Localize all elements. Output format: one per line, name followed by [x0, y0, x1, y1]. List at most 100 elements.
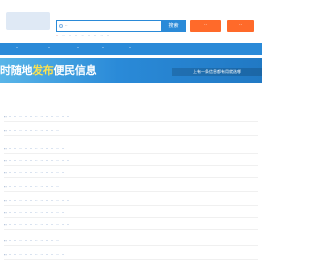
- city-link[interactable]: ··: [41, 129, 43, 133]
- city-link[interactable]: ··: [30, 159, 32, 163]
- city-link[interactable]: ··: [41, 159, 43, 163]
- city-link[interactable]: ··: [46, 199, 48, 203]
- hot-word-link[interactable]: ··: [75, 34, 77, 38]
- city-link[interactable]: ··: [14, 253, 16, 257]
- promo-banner[interactable]: 时随地发布便民信息 上有一条信息都有用就选哪: [0, 58, 262, 83]
- city-link[interactable]: ··: [56, 147, 58, 151]
- city-link[interactable]: ··: [25, 199, 27, 203]
- city-link[interactable]: ··: [51, 185, 53, 189]
- city-link[interactable]: ··: [30, 171, 32, 175]
- province-link[interactable]: ··: [4, 253, 7, 257]
- city-link[interactable]: ··: [51, 159, 53, 163]
- city-link[interactable]: ··: [51, 239, 53, 243]
- city-link[interactable]: ··: [62, 223, 64, 227]
- city-link[interactable]: ··: [56, 199, 58, 203]
- city-link[interactable]: ··: [62, 147, 64, 151]
- nav-item[interactable]: ··: [116, 43, 144, 55]
- city-link[interactable]: ··: [9, 171, 11, 175]
- hot-word-link[interactable]: ··: [107, 34, 109, 38]
- city-link[interactable]: ··: [9, 115, 11, 119]
- my-info-button[interactable]: ··: [227, 20, 254, 32]
- city-link[interactable]: ··: [62, 211, 64, 215]
- city-link[interactable]: ··: [30, 239, 32, 243]
- city-link[interactable]: ··: [25, 253, 27, 257]
- nav-item[interactable]: ··: [66, 43, 90, 55]
- city-link[interactable]: ··: [51, 129, 53, 133]
- city-link[interactable]: ··: [30, 223, 32, 227]
- city-link[interactable]: ··: [46, 211, 48, 215]
- city-link[interactable]: ··: [9, 253, 11, 257]
- city-link[interactable]: ··: [9, 147, 11, 151]
- city-link[interactable]: ··: [46, 223, 48, 227]
- city-link[interactable]: ··: [46, 253, 48, 257]
- city-link[interactable]: ··: [14, 129, 16, 133]
- city-link[interactable]: ··: [41, 171, 43, 175]
- city-link[interactable]: ··: [56, 171, 58, 175]
- city-link[interactable]: ··: [9, 223, 11, 227]
- city-link[interactable]: ··: [30, 199, 32, 203]
- hot-word-link[interactable]: ··: [69, 34, 71, 38]
- city-link[interactable]: ··: [35, 185, 37, 189]
- city-link[interactable]: ··: [30, 253, 32, 257]
- city-link[interactable]: ··: [62, 115, 64, 119]
- city-link[interactable]: ··: [56, 223, 58, 227]
- city-link[interactable]: ··: [19, 211, 21, 215]
- city-link[interactable]: ··: [25, 159, 27, 163]
- city-link[interactable]: ··: [9, 129, 11, 133]
- city-link[interactable]: ··: [67, 199, 69, 203]
- province-link[interactable]: ··: [4, 159, 7, 163]
- city-link[interactable]: ··: [25, 211, 27, 215]
- city-link[interactable]: ··: [35, 147, 37, 151]
- city-link[interactable]: ··: [46, 115, 48, 119]
- post-info-button[interactable]: ··: [190, 20, 221, 32]
- city-link[interactable]: ··: [51, 115, 53, 119]
- city-link[interactable]: ··: [25, 147, 27, 151]
- city-link[interactable]: ··: [14, 159, 16, 163]
- city-link[interactable]: ··: [19, 185, 21, 189]
- city-link[interactable]: ··: [41, 223, 43, 227]
- city-link[interactable]: ··: [41, 185, 43, 189]
- province-link[interactable]: ··: [4, 199, 7, 203]
- city-link[interactable]: ··: [14, 199, 16, 203]
- city-link[interactable]: ··: [62, 253, 64, 257]
- province-link[interactable]: ··: [4, 211, 7, 215]
- city-link[interactable]: ··: [19, 239, 21, 243]
- city-link[interactable]: ··: [51, 223, 53, 227]
- city-link[interactable]: ··: [56, 253, 58, 257]
- city-link[interactable]: ··: [62, 171, 64, 175]
- city-link[interactable]: ··: [62, 159, 64, 163]
- city-link[interactable]: ··: [19, 159, 21, 163]
- city-link[interactable]: ··: [35, 223, 37, 227]
- city-link[interactable]: ··: [14, 115, 16, 119]
- city-link[interactable]: ··: [19, 253, 21, 257]
- city-link[interactable]: ··: [25, 115, 27, 119]
- province-link[interactable]: ··: [4, 115, 7, 119]
- city-link[interactable]: ··: [9, 185, 11, 189]
- city-link[interactable]: ··: [19, 147, 21, 151]
- hot-word-link[interactable]: ··: [81, 34, 83, 38]
- city-link[interactable]: ··: [30, 211, 32, 215]
- city-link[interactable]: ··: [67, 223, 69, 227]
- city-link[interactable]: ··: [35, 239, 37, 243]
- city-link[interactable]: ··: [14, 171, 16, 175]
- city-link[interactable]: ··: [67, 159, 69, 163]
- city-link[interactable]: ··: [14, 211, 16, 215]
- nav-item[interactable]: ··: [2, 43, 32, 55]
- province-link[interactable]: ··: [4, 129, 7, 133]
- city-link[interactable]: ··: [30, 129, 32, 133]
- city-link[interactable]: ··: [46, 129, 48, 133]
- hot-word-link[interactable]: ··: [101, 34, 103, 38]
- city-link[interactable]: ··: [46, 147, 48, 151]
- city-link[interactable]: ··: [25, 239, 27, 243]
- city-link[interactable]: ··: [25, 223, 27, 227]
- city-link[interactable]: ··: [41, 147, 43, 151]
- city-link[interactable]: ··: [25, 129, 27, 133]
- city-link[interactable]: ··: [19, 223, 21, 227]
- city-link[interactable]: ··: [25, 171, 27, 175]
- city-link[interactable]: ··: [56, 159, 58, 163]
- city-link[interactable]: ··: [9, 239, 11, 243]
- city-link[interactable]: ··: [19, 199, 21, 203]
- city-link[interactable]: ··: [67, 115, 69, 119]
- city-link[interactable]: ··: [56, 211, 58, 215]
- city-link[interactable]: ··: [46, 159, 48, 163]
